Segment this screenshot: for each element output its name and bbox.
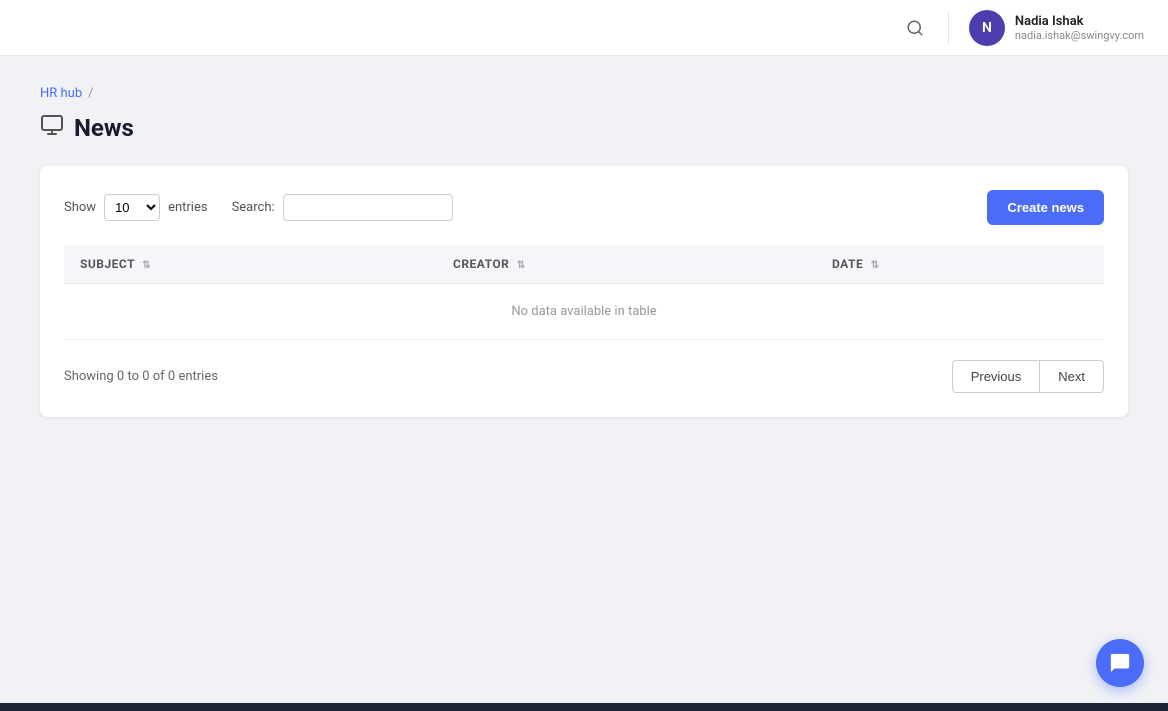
header: N Nadia Ishak nadia.ishak@swingvy.com bbox=[0, 0, 1168, 56]
search-label: Search: bbox=[232, 200, 275, 215]
breadcrumb: HR hub / bbox=[40, 86, 1128, 101]
toolbar-left: Show 10 25 50 100 entries Search: bbox=[64, 194, 453, 221]
breadcrumb-parent-link[interactable]: HR hub bbox=[40, 86, 82, 101]
breadcrumb-separator: / bbox=[88, 86, 93, 101]
table-body: No data available in table bbox=[64, 284, 1104, 340]
pagination: Previous Next bbox=[952, 360, 1104, 393]
col-creator-label: CREATOR bbox=[453, 257, 509, 271]
page-title-row: News bbox=[40, 113, 1128, 142]
avatar: N bbox=[969, 10, 1005, 46]
chat-icon bbox=[1109, 652, 1131, 674]
col-subject-label: SUBJECT bbox=[80, 257, 135, 271]
date-sort-icon: ⇅ bbox=[871, 260, 880, 271]
show-label: Show bbox=[64, 200, 96, 215]
col-creator[interactable]: CREATOR ⇅ bbox=[437, 245, 816, 284]
next-button[interactable]: Next bbox=[1040, 360, 1104, 393]
user-name: Nadia Ishak bbox=[1015, 14, 1144, 29]
entries-select[interactable]: 10 25 50 100 bbox=[104, 194, 160, 221]
news-table: SUBJECT ⇅ CREATOR ⇅ DATE ⇅ bbox=[64, 245, 1104, 340]
creator-sort-icon: ⇅ bbox=[517, 260, 526, 271]
entries-label: entries bbox=[168, 200, 208, 215]
create-news-button[interactable]: Create news bbox=[987, 190, 1104, 225]
user-profile: N Nadia Ishak nadia.ishak@swingvy.com bbox=[948, 10, 1144, 46]
empty-message: No data available in table bbox=[64, 284, 1104, 340]
main-content: HR hub / News Show 10 25 50 100 bbox=[0, 56, 1168, 711]
search-icon-button[interactable] bbox=[902, 15, 928, 41]
col-date-label: DATE bbox=[832, 257, 863, 271]
bottom-bar bbox=[0, 703, 1168, 711]
user-info: Nadia Ishak nadia.ishak@swingvy.com bbox=[1015, 14, 1144, 42]
chat-bubble[interactable] bbox=[1096, 639, 1144, 687]
empty-row: No data available in table bbox=[64, 284, 1104, 340]
previous-button[interactable]: Previous bbox=[952, 360, 1041, 393]
col-subject[interactable]: SUBJECT ⇅ bbox=[64, 245, 437, 284]
search-icon bbox=[906, 19, 924, 37]
subject-sort-icon: ⇅ bbox=[142, 260, 151, 271]
table-container: SUBJECT ⇅ CREATOR ⇅ DATE ⇅ bbox=[64, 245, 1104, 340]
news-card: Show 10 25 50 100 entries Search: Create… bbox=[40, 166, 1128, 417]
search-input[interactable] bbox=[283, 194, 453, 221]
table-head: SUBJECT ⇅ CREATOR ⇅ DATE ⇅ bbox=[64, 245, 1104, 284]
card-footer: Showing 0 to 0 of 0 entries Previous Nex… bbox=[64, 360, 1104, 393]
news-icon bbox=[40, 113, 64, 142]
toolbar: Show 10 25 50 100 entries Search: Create… bbox=[64, 190, 1104, 225]
header-right: N Nadia Ishak nadia.ishak@swingvy.com bbox=[902, 10, 1144, 46]
page-title: News bbox=[74, 114, 134, 142]
showing-text: Showing 0 to 0 of 0 entries bbox=[64, 369, 218, 384]
col-date[interactable]: DATE ⇅ bbox=[816, 245, 1104, 284]
table-header-row: SUBJECT ⇅ CREATOR ⇅ DATE ⇅ bbox=[64, 245, 1104, 284]
user-email: nadia.ishak@swingvy.com bbox=[1015, 29, 1144, 42]
